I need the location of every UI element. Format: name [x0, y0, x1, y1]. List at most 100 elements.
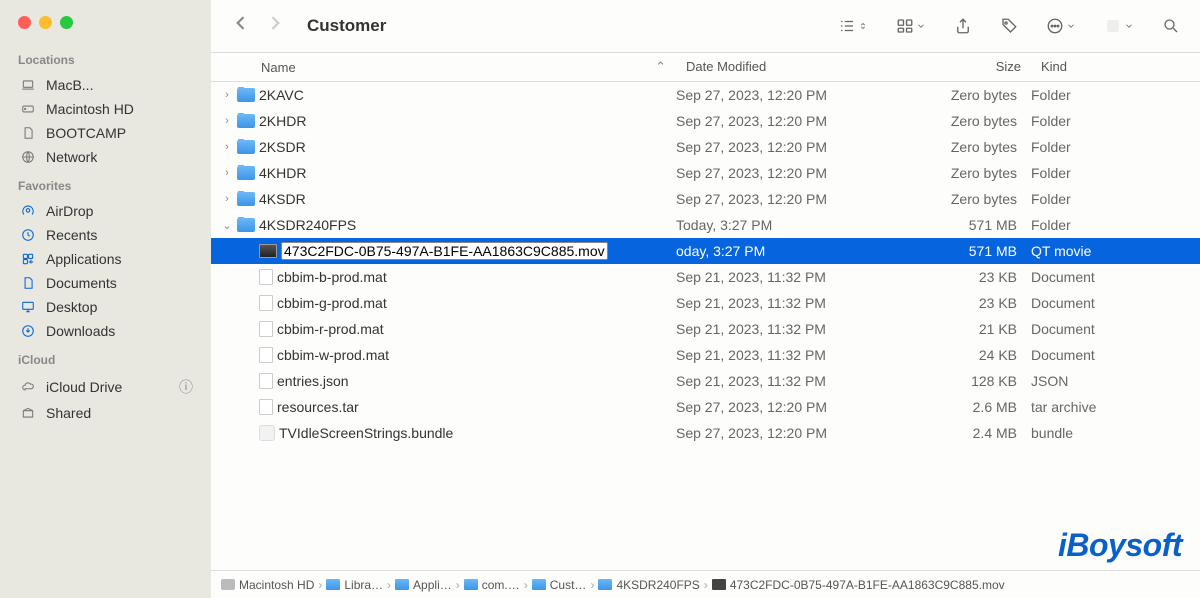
file-row[interactable]: entries.json Sep 21, 2023, 11:32 PM 128 … [211, 368, 1200, 394]
file-row[interactable]: ›2KAVC Sep 27, 2023, 12:20 PM Zero bytes… [211, 82, 1200, 108]
sidebar-item-label: Shared [46, 405, 91, 421]
app-icon [18, 252, 38, 266]
file-row[interactable]: 473C2FDC-0B75-497A-B1FE-AA1863C9C885.mov… [211, 238, 1200, 264]
column-name[interactable]: Name⌃ [211, 53, 676, 81]
sidebar-item-label: Network [46, 149, 97, 165]
file-kind: Folder [1031, 165, 1200, 181]
path-label: Appli… [413, 578, 452, 592]
file-row[interactable]: ›2KHDR Sep 27, 2023, 12:20 PM Zero bytes… [211, 108, 1200, 134]
doc-icon [18, 276, 38, 290]
sidebar-item[interactable]: Shared [0, 401, 211, 425]
file-size: 23 KB [906, 269, 1031, 285]
path-item[interactable]: 4KSDR240FPS [598, 578, 699, 592]
file-name[interactable]: 473C2FDC-0B75-497A-B1FE-AA1863C9C885.mov [281, 242, 608, 260]
minimize-button[interactable] [39, 16, 52, 29]
file-size: Zero bytes [906, 113, 1031, 129]
document-icon [259, 399, 273, 415]
file-name: 2KHDR [259, 113, 306, 129]
sidebar-item[interactable]: BOOTCAMP [0, 121, 211, 145]
file-row[interactable]: cbbim-r-prod.mat Sep 21, 2023, 11:32 PM … [211, 316, 1200, 342]
file-date: Sep 27, 2023, 12:20 PM [676, 399, 906, 415]
file-name: cbbim-w-prod.mat [277, 347, 389, 363]
file-date: Sep 27, 2023, 12:20 PM [676, 425, 906, 441]
sidebar-item[interactable]: Recents [0, 223, 211, 247]
file-kind: Document [1031, 269, 1200, 285]
path-label: Macintosh HD [239, 578, 314, 592]
disclosure-triangle[interactable]: › [221, 89, 233, 101]
back-button[interactable] [231, 13, 251, 39]
file-row[interactable]: ›4KSDR Sep 27, 2023, 12:20 PM Zero bytes… [211, 186, 1200, 212]
file-row[interactable]: cbbim-g-prod.mat Sep 21, 2023, 11:32 PM … [211, 290, 1200, 316]
disclosure-triangle[interactable]: › [221, 141, 233, 153]
disclosure-triangle[interactable]: ⌄ [221, 219, 233, 232]
sidebar-item[interactable]: Network [0, 145, 211, 169]
sidebar-item-label: Macintosh HD [46, 101, 134, 117]
file-name: cbbim-r-prod.mat [277, 321, 384, 337]
path-label: com.… [482, 578, 520, 592]
file-name: cbbim-b-prod.mat [277, 269, 387, 285]
group-icon[interactable] [896, 17, 926, 35]
file-kind: bundle [1031, 425, 1200, 441]
file-kind: Folder [1031, 217, 1200, 233]
file-kind: QT movie [1031, 243, 1200, 259]
info-badge[interactable]: ⓘ [179, 377, 193, 397]
file-row[interactable]: ⌄4KSDR240FPS Today, 3:27 PM 571 MB Folde… [211, 212, 1200, 238]
sidebar-item-label: AirDrop [46, 203, 93, 219]
sidebar-item[interactable]: Downloads [0, 319, 211, 343]
column-headers: Name⌃ Date Modified Size Kind [211, 52, 1200, 82]
folder-icon [395, 579, 409, 590]
file-name: 2KSDR [259, 139, 306, 155]
disclosure-triangle[interactable]: › [221, 167, 233, 179]
folder-icon [237, 140, 255, 154]
main-content: Customer Name⌃ Date Modified Size Kind ›… [211, 0, 1200, 598]
disclosure-triangle[interactable]: › [221, 115, 233, 127]
disk-icon [221, 579, 235, 590]
path-item[interactable]: com.… [464, 578, 520, 592]
file-row[interactable]: TVIdleScreenStrings.bundle Sep 27, 2023,… [211, 420, 1200, 446]
sidebar-item[interactable]: Macintosh HD [0, 97, 211, 121]
file-size: 571 MB [906, 217, 1031, 233]
folder-icon [326, 579, 340, 590]
file-name: 4KHDR [259, 165, 306, 181]
sidebar-item-label: Desktop [46, 299, 97, 315]
maximize-button[interactable] [60, 16, 73, 29]
file-date: Sep 27, 2023, 12:20 PM [676, 87, 906, 103]
sidebar-item[interactable]: Desktop [0, 295, 211, 319]
desktop-icon [18, 300, 38, 314]
share-icon[interactable] [954, 17, 972, 35]
file-size: 24 KB [906, 347, 1031, 363]
folder-icon [237, 192, 255, 206]
file-row[interactable]: ›4KHDR Sep 27, 2023, 12:20 PM Zero bytes… [211, 160, 1200, 186]
sidebar-item[interactable]: MacB... [0, 73, 211, 97]
search-icon[interactable] [1162, 17, 1180, 35]
path-item[interactable]: 473C2FDC-0B75-497A-B1FE-AA1863C9C885.mov [712, 578, 1005, 592]
tag-icon[interactable] [1000, 17, 1018, 35]
sidebar-item[interactable]: Applications [0, 247, 211, 271]
sidebar-item[interactable]: AirDrop [0, 199, 211, 223]
sidebar-item[interactable]: Documents [0, 271, 211, 295]
path-item[interactable]: Libra… [326, 578, 383, 592]
file-row[interactable]: cbbim-b-prod.mat Sep 21, 2023, 11:32 PM … [211, 264, 1200, 290]
column-date[interactable]: Date Modified [676, 53, 906, 81]
sidebar-item-label: Downloads [46, 323, 115, 339]
view-list-icon[interactable] [838, 17, 868, 35]
folder-icon [237, 218, 255, 232]
path-item[interactable]: Cust… [532, 578, 587, 592]
forward-button[interactable] [265, 13, 285, 39]
file-row[interactable]: cbbim-w-prod.mat Sep 21, 2023, 11:32 PM … [211, 342, 1200, 368]
info-icon[interactable] [1104, 17, 1134, 35]
column-kind[interactable]: Kind [1031, 53, 1200, 81]
path-item[interactable]: Appli… [395, 578, 452, 592]
file-row[interactable]: resources.tar Sep 27, 2023, 12:20 PM 2.6… [211, 394, 1200, 420]
column-size[interactable]: Size [906, 53, 1031, 81]
file-row[interactable]: ›2KSDR Sep 27, 2023, 12:20 PM Zero bytes… [211, 134, 1200, 160]
path-item[interactable]: Macintosh HD [221, 578, 314, 592]
file-date: Sep 27, 2023, 12:20 PM [676, 139, 906, 155]
sidebar-item[interactable]: iCloud Driveⓘ [0, 373, 211, 401]
folder-icon [237, 114, 255, 128]
window-controls [0, 16, 211, 43]
close-button[interactable] [18, 16, 31, 29]
airdrop-icon [18, 204, 38, 218]
disclosure-triangle[interactable]: › [221, 193, 233, 205]
action-icon[interactable] [1046, 17, 1076, 35]
